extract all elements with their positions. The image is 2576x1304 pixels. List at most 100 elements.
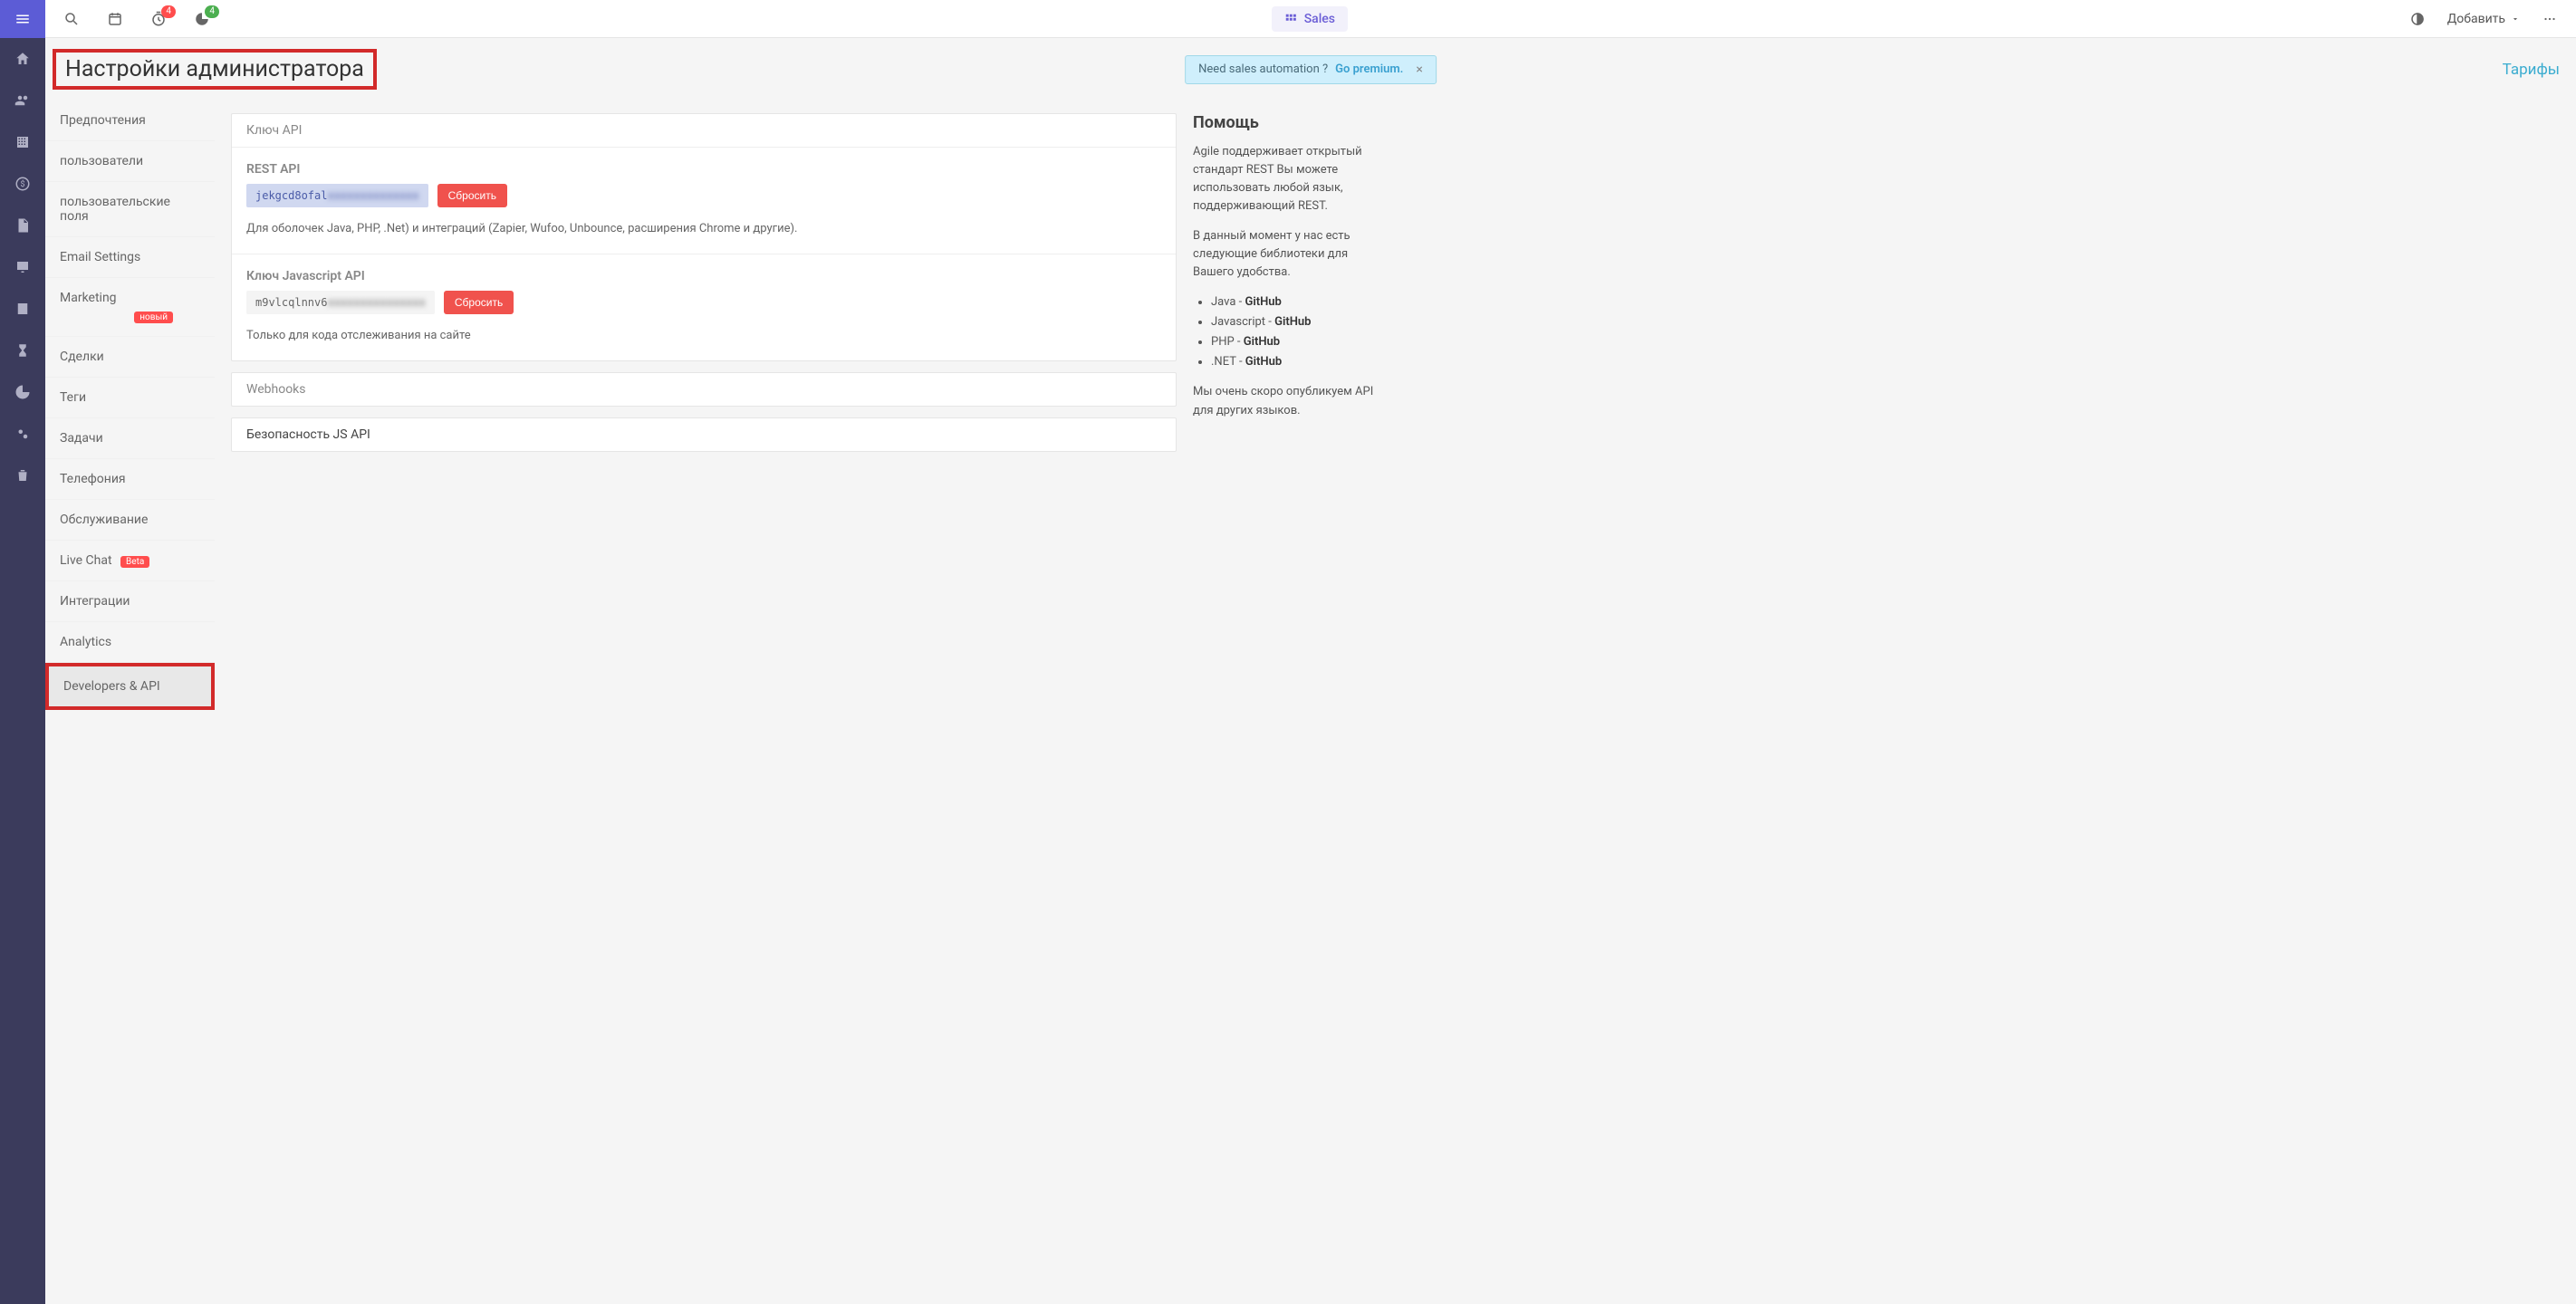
pie-badge: 4: [205, 5, 219, 18]
rest-api-key[interactable]: jekgcd8ofalxxxxxxxxxxxxxx: [246, 184, 428, 207]
calendar-icon: [14, 301, 31, 317]
search-icon: [63, 11, 80, 27]
contrast-icon: [2409, 11, 2426, 27]
rail-settings[interactable]: [0, 413, 45, 455]
js-security-panel[interactable]: Безопасность JS API: [231, 417, 1177, 452]
js-api-desc: Только для кода отслеживания на сайте: [246, 327, 1161, 346]
rest-api-label: REST API: [246, 162, 1161, 177]
page-title-highlight: Настройки администратора: [53, 49, 377, 90]
dots-icon: [2542, 11, 2558, 27]
timer-badge: 4: [161, 5, 176, 18]
chevron-down-icon: [2511, 14, 2520, 24]
nav-deals[interactable]: Сделки: [45, 337, 215, 378]
help-lib-php: PHP - GitHub: [1211, 332, 1374, 352]
nav-integrations[interactable]: Интеграции: [45, 581, 215, 622]
nav-livechat-label: Live Chat: [60, 553, 112, 568]
topbar: 4 4 Sales Добавить: [45, 0, 2576, 38]
tarify-link[interactable]: Тарифы: [2503, 61, 2560, 79]
go-premium-link[interactable]: Go premium.: [1335, 62, 1403, 76]
nav-livechat-badge: Beta: [120, 556, 149, 568]
pie-icon: [14, 384, 31, 400]
sales-label: Sales: [1304, 12, 1335, 26]
premium-alert: Need sales automation ? Go premium. ×: [1185, 55, 1437, 84]
nav-analytics[interactable]: Analytics: [45, 622, 215, 663]
nav-custom-fields[interactable]: пользовательские поля: [45, 182, 215, 237]
help-title: Помощь: [1193, 113, 1374, 132]
js-api-reset-button[interactable]: Сбросить: [444, 291, 514, 314]
timer-button[interactable]: 4: [150, 11, 167, 27]
help-p2: В данный момент у нас есть следующие биб…: [1193, 227, 1374, 282]
page-title: Настройки администратора: [65, 56, 364, 82]
add-dropdown[interactable]: Добавить: [2447, 12, 2520, 26]
sales-dropdown[interactable]: Sales: [1272, 6, 1348, 32]
topbar-left: 4 4: [63, 11, 210, 27]
nav-marketing-label: Marketing: [60, 291, 117, 305]
nav-email-settings[interactable]: Email Settings: [45, 237, 215, 278]
rail-hourglass[interactable]: [0, 330, 45, 371]
rest-api-reset-button[interactable]: Сбросить: [437, 184, 507, 207]
rail-home[interactable]: [0, 38, 45, 80]
api-key-body: REST API jekgcd8ofalxxxxxxxxxxxxxx Сброс…: [232, 148, 1176, 360]
calendar-small-icon: [107, 11, 123, 27]
hamburger-menu[interactable]: [0, 0, 45, 38]
hourglass-icon: [14, 342, 31, 359]
main-content: Ключ API REST API jekgcd8ofalxxxxxxxxxxx…: [215, 101, 1193, 475]
help-p3: Мы очень скоро опубликуем API для других…: [1193, 383, 1374, 419]
github-link-net[interactable]: GitHub: [1245, 355, 1282, 369]
help-libs: Java - GitHub Javascript - GitHub PHP - …: [1193, 292, 1374, 372]
nav-preferences[interactable]: Предпочтения: [45, 101, 215, 141]
left-rail: $: [0, 0, 45, 1304]
github-link-js[interactable]: GitHub: [1274, 315, 1311, 329]
topbar-center: Sales: [210, 6, 2409, 32]
help-lib-net: .NET - GitHub: [1211, 352, 1374, 372]
js-api-row: m9vlcqlnnv6xxxxxxxxxxxxxxx Сбросить: [246, 291, 1161, 314]
rail-trash[interactable]: [0, 455, 45, 496]
nav-livechat[interactable]: Live Chat Beta: [45, 541, 215, 581]
js-api-key[interactable]: m9vlcqlnnv6xxxxxxxxxxxxxxx: [246, 291, 435, 314]
nav-telephony[interactable]: Телефония: [45, 459, 215, 500]
document-icon: [14, 217, 31, 234]
rail-deals[interactable]: $: [0, 163, 45, 205]
trash-icon: [14, 467, 31, 484]
webhooks-panel[interactable]: Webhooks: [231, 372, 1177, 407]
alert-text: Need sales automation ?: [1198, 62, 1328, 76]
rail-monitor[interactable]: [0, 246, 45, 288]
people-icon: [14, 92, 31, 109]
hamburger-icon: [14, 11, 31, 27]
rail-contacts[interactable]: [0, 80, 45, 121]
building-icon: [14, 134, 31, 150]
nav-tags[interactable]: Теги: [45, 378, 215, 418]
page-header: Настройки администратора Need sales auto…: [45, 38, 2576, 101]
rest-api-desc: Для оболочек Java, PHP, .Net) и интеграц…: [246, 220, 1161, 239]
home-icon: [14, 51, 31, 67]
nav-developers-api[interactable]: Developers & API: [45, 663, 215, 710]
nav-marketing[interactable]: Marketing новый: [45, 278, 215, 337]
rail-docs[interactable]: [0, 205, 45, 246]
nav-service[interactable]: Обслуживание: [45, 500, 215, 541]
grid-icon: [1284, 13, 1297, 25]
monitor-icon: [14, 259, 31, 275]
gears-icon: [14, 426, 31, 442]
nav-users[interactable]: пользователи: [45, 141, 215, 182]
js-api-label: Ключ Javascript API: [246, 269, 1161, 283]
body-row: Предпочтения пользователи пользовательск…: [45, 101, 2576, 710]
dollar-icon: $: [14, 176, 31, 192]
more-button[interactable]: [2542, 11, 2558, 27]
rail-calendar[interactable]: [0, 288, 45, 330]
help-aside: Помощь Agile поддерживает открытый станд…: [1193, 101, 1383, 444]
help-lib-js: Javascript - GitHub: [1211, 312, 1374, 332]
rail-reports[interactable]: [0, 371, 45, 413]
calendar-button[interactable]: [107, 11, 123, 27]
nav-tasks[interactable]: Задачи: [45, 418, 215, 459]
github-link-java[interactable]: GitHub: [1245, 295, 1281, 309]
help-lib-java: Java - GitHub: [1211, 292, 1374, 312]
search-button[interactable]: [63, 11, 80, 27]
nav-marketing-badge: новый: [134, 312, 173, 323]
api-key-header: Ключ API: [232, 114, 1176, 148]
add-label: Добавить: [2447, 12, 2505, 26]
github-link-php[interactable]: GitHub: [1244, 335, 1280, 349]
alert-close[interactable]: ×: [1416, 62, 1422, 77]
theme-button[interactable]: [2409, 11, 2426, 27]
pie-button[interactable]: 4: [194, 11, 210, 27]
rail-company[interactable]: [0, 121, 45, 163]
